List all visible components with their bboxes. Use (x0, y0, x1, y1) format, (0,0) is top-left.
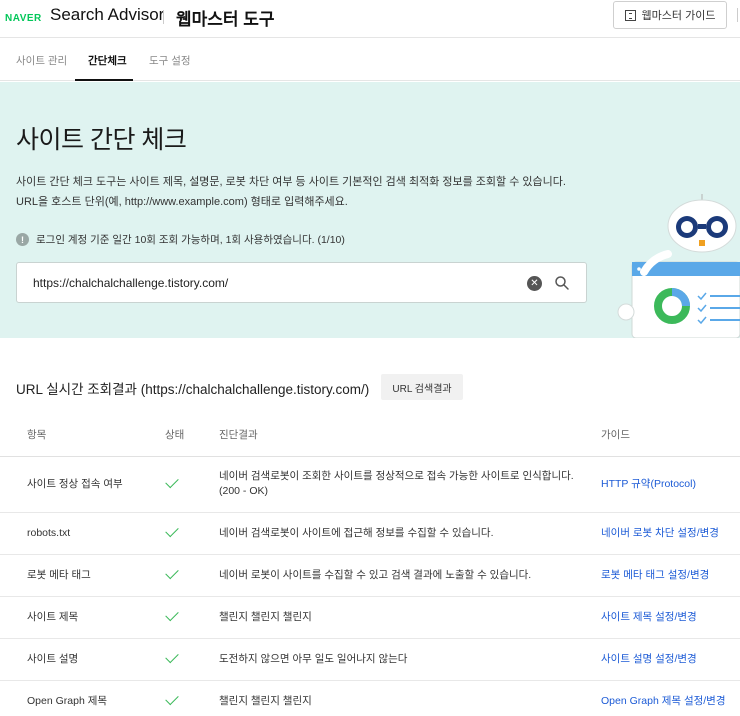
usage-notice: ! 로그인 계정 기준 일간 10회 조회 가능하며, 1회 사용하였습니다. … (16, 232, 345, 247)
results-table: 항목 상태 진단결과 가이드 사이트 정상 접속 여부 네이버 검색로봇이 조회… (0, 413, 740, 716)
page-description: 사이트 간단 체크 도구는 사이트 제목, 설명문, 로봇 차단 여부 등 사이… (16, 172, 616, 212)
header-divider (163, 10, 164, 24)
guide-link-site-description[interactable]: 사이트 설명 설정/변경 (601, 652, 697, 667)
robot-illustration (617, 194, 740, 338)
clear-input-icon[interactable]: ✕ (527, 276, 542, 291)
check-icon (165, 649, 179, 664)
url-search-results-button[interactable]: URL 검색결과 (381, 374, 463, 400)
guide-link-robot-meta[interactable]: 로봇 메타 태그 설정/변경 (601, 568, 709, 583)
naver-logo[interactable]: NAVER (5, 13, 42, 24)
tab-tool-settings[interactable]: 도구 설정 (149, 53, 191, 68)
description-line-1: 사이트 간단 체크 도구는 사이트 제목, 설명문, 로봇 차단 여부 등 사이… (16, 176, 566, 188)
row-result: 도전하지 않으면 아무 일도 일어나지 않는다 (219, 653, 408, 665)
row-result: 네이버 검색로봇이 사이트에 접근해 정보를 수집할 수 있습니다. (219, 527, 494, 539)
top-header: NAVER Search Advisor 웹마스터 도구 웹마스터 가이드 (0, 0, 740, 38)
info-icon: ! (16, 233, 29, 246)
table-row: Open Graph 제목 챌린지 챌린지 챌린지 Open Graph 제목 … (0, 681, 740, 716)
table-row: 사이트 설명 도전하지 않으면 아무 일도 일어나지 않는다 사이트 설명 설정… (0, 639, 740, 681)
results-title: URL 실시간 조회결과 (https://chalchalchallenge.… (16, 382, 370, 397)
header-guide: 가이드 (601, 429, 630, 441)
row-result: 챌린지 챌린지 챌린지 (219, 695, 312, 707)
url-search-box: ✕ (16, 262, 587, 303)
table-header: 항목 상태 진단결과 가이드 (0, 413, 740, 457)
active-tab-indicator (75, 79, 133, 81)
row-item: 사이트 정상 접속 여부 (27, 478, 123, 490)
webmaster-guide-label: 웹마스터 가이드 (641, 10, 716, 22)
check-icon (165, 523, 179, 538)
row-result-line-2: (200 - OK) (219, 485, 269, 497)
row-result: 챌린지 챌린지 챌린지 (219, 611, 312, 623)
row-item: robots.txt (27, 527, 71, 539)
header-status: 상태 (165, 429, 185, 441)
row-result-line-1: 네이버 검색로봇이 조회한 사이트를 정상적으로 접속 가능한 사이트로 인식합… (219, 470, 574, 482)
row-result: 네이버 검색로봇이 조회한 사이트를 정상적으로 접속 가능한 사이트로 인식합… (219, 469, 589, 499)
guide-link-robot-block[interactable]: 네이버 로봇 차단 설정/변경 (601, 526, 719, 541)
check-icon (165, 607, 179, 622)
table-row: 로봇 메타 태그 네이버 로봇이 사이트를 수집할 수 있고 검색 결과에 노출… (0, 555, 740, 597)
table-row: 사이트 정상 접속 여부 네이버 검색로봇이 조회한 사이트를 정상적으로 접속… (0, 457, 740, 513)
row-result: 네이버 로봇이 사이트를 수집할 수 있고 검색 결과에 노출할 수 있습니다. (219, 569, 532, 581)
tab-site-management[interactable]: 사이트 관리 (16, 53, 67, 68)
guide-link-http[interactable]: HTTP 규약(Protocol) (601, 477, 696, 492)
search-icon[interactable] (554, 275, 570, 291)
usage-notice-text: 로그인 계정 기준 일간 10회 조회 가능하며, 1회 사용하였습니다. (1… (36, 234, 345, 246)
table-row: 사이트 제목 챌린지 챌린지 챌린지 사이트 제목 설정/변경 (0, 597, 740, 639)
webmaster-guide-button[interactable]: 웹마스터 가이드 (613, 1, 727, 29)
check-icon (165, 565, 179, 580)
book-icon (624, 9, 636, 21)
header-result: 진단결과 (219, 429, 258, 441)
description-line-2: URL을 호스트 단위(예, http://www.example.com) 형… (16, 196, 348, 208)
url-input[interactable] (33, 273, 503, 293)
guide-link-og-title[interactable]: Open Graph 제목 설정/변경 (601, 694, 726, 709)
row-item: 사이트 제목 (27, 611, 79, 623)
tab-quick-check[interactable]: 간단체크 (88, 53, 127, 68)
row-item: 로봇 메타 태그 (27, 569, 91, 581)
check-icon (165, 474, 179, 489)
app-name[interactable]: Search Advisor (50, 5, 164, 25)
tool-name[interactable]: 웹마스터 도구 (176, 5, 275, 30)
site-check-hero: 사이트 간단 체크 사이트 간단 체크 도구는 사이트 제목, 설명문, 로봇 … (0, 82, 740, 338)
table-row: robots.txt 네이버 검색로봇이 사이트에 접근해 정보를 수집할 수 … (0, 513, 740, 555)
page-title: 사이트 간단 체크 (16, 126, 187, 154)
row-item: Open Graph 제목 (27, 695, 108, 707)
row-item: 사이트 설명 (27, 653, 79, 665)
header-item: 항목 (27, 429, 47, 441)
check-icon (165, 691, 179, 706)
main-tabs: 사이트 관리 간단체크 도구 설정 (0, 39, 740, 81)
guide-link-site-title[interactable]: 사이트 제목 설정/변경 (601, 610, 697, 625)
